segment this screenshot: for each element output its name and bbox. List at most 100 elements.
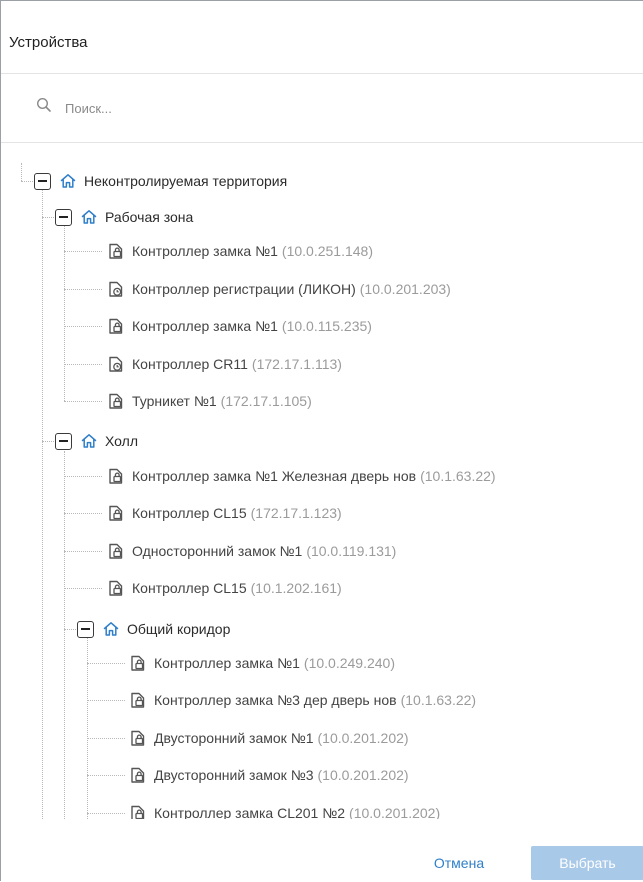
tree-node-device[interactable]: Контроллер замка №3 дер дверь нов (10.1.… (128, 687, 476, 713)
select-button[interactable]: Выбрать (531, 846, 643, 880)
tree-line (64, 401, 102, 402)
device-ip: (10.0.201.202) (317, 767, 409, 783)
tree-line (87, 738, 125, 739)
dialog-footer: Отмена Выбрать (1, 819, 643, 882)
tree-node-zone[interactable]: Рабочая зона (55, 204, 193, 230)
tree-line (21, 163, 22, 181)
tree-line (64, 251, 102, 252)
device-name: Двусторонний замок №1 (154, 730, 314, 746)
lock-icon (128, 653, 148, 673)
search-bar (9, 87, 643, 133)
device-ip: (172.17.1.105) (220, 393, 312, 409)
lock-icon (128, 803, 148, 819)
collapse-toggle[interactable] (55, 432, 72, 450)
tree-line (64, 451, 65, 819)
tree-node-device[interactable]: Двусторонний замок №3 (10.0.201.202) (128, 762, 409, 788)
tree-node-device[interactable]: Контроллер замка №1 (10.0.115.235) (106, 313, 372, 339)
zone-label: Неконтролируемая территория (84, 173, 288, 189)
lock-icon (106, 578, 126, 598)
device-ip: (10.0.201.202) (349, 805, 441, 819)
collapse-toggle[interactable] (55, 208, 72, 226)
tree-node-device[interactable]: Контроллер замка №1 (10.0.249.240) (128, 650, 395, 676)
tree-node-device[interactable]: Контроллер замка CL201 №2 (10.0.201.202) (128, 800, 440, 819)
tree-node-device[interactable]: Контроллер замка №1 (10.0.251.148) (106, 238, 373, 264)
device-ip: (172.17.1.123) (250, 505, 342, 521)
tree-line (87, 813, 125, 814)
tree-line (42, 190, 43, 819)
lock-icon (106, 316, 126, 336)
tree-line (64, 364, 102, 365)
tree-node-device[interactable]: Контроллер CL15 (172.17.1.123) (106, 500, 342, 526)
tree-node-device[interactable]: Двусторонний замок №1 (10.0.201.202) (128, 725, 409, 751)
collapse-toggle[interactable] (77, 620, 94, 638)
device-ip: (10.0.201.202) (317, 730, 409, 746)
home-icon (79, 431, 99, 451)
lock-icon (106, 466, 126, 486)
device-ip: (10.0.119.131) (306, 543, 397, 559)
device-ip: (10.0.251.148) (281, 243, 373, 259)
device-ip: (172.17.1.113) (251, 356, 342, 372)
tree-line (42, 217, 54, 218)
device-name: Контроллер замка №1 (132, 243, 278, 259)
tree-line (64, 289, 102, 290)
tree-node-device[interactable]: Односторонний замок №1 (10.0.119.131) (106, 538, 396, 564)
home-icon (58, 171, 78, 191)
tree-node-zone[interactable]: Общий коридор (77, 616, 230, 642)
clock-icon (106, 279, 126, 299)
title-divider (1, 73, 643, 74)
device-name: Контроллер замка CL201 №2 (154, 805, 346, 819)
tree-line (64, 513, 102, 514)
tree-node-device[interactable]: Контроллер регистрации (ЛИКОН) (10.0.201… (106, 276, 451, 302)
device-name: Турникет №1 (132, 393, 217, 409)
device-name: Контроллер замка №1 (154, 655, 300, 671)
dialog-title: Устройства (9, 34, 88, 51)
tree-line (21, 181, 33, 182)
cancel-button[interactable]: Отмена (413, 847, 505, 879)
tree-line (64, 551, 102, 552)
search-divider (1, 142, 643, 143)
tree-node-device[interactable]: Контроллер замка №1 Железная дверь нов (… (106, 463, 496, 489)
device-name: Контроллер регистрации (ЛИКОН) (132, 281, 356, 297)
tree-line (87, 775, 125, 776)
zone-label: Рабочая зона (105, 209, 194, 225)
device-name: Контроллер замка №1 (132, 318, 278, 334)
tree-line (64, 629, 76, 630)
devices-dialog: Устройства Поиск... Неконтролируемая тер… (0, 0, 643, 881)
device-ip: (10.0.249.240) (303, 655, 395, 671)
zone-label: Холл (105, 433, 138, 449)
zone-label: Общий коридор (127, 621, 231, 637)
device-ip: (10.1.63.22) (420, 468, 496, 484)
tree-line (87, 638, 88, 819)
home-icon (79, 207, 99, 227)
tree-node-zone[interactable]: Холл (55, 428, 138, 454)
tree-line (87, 700, 125, 701)
tree-line (64, 226, 65, 401)
lock-icon (106, 391, 126, 411)
device-name: Двусторонний замок №3 (154, 767, 314, 783)
device-name: Контроллер замка №3 дер дверь нов (154, 692, 397, 708)
device-name: Контроллер замка №1 Железная дверь нов (132, 468, 417, 484)
lock-icon (128, 690, 148, 710)
lock-icon (106, 541, 126, 561)
tree-line (42, 441, 54, 442)
device-name: Односторонний замок №1 (132, 543, 303, 559)
clock-icon (106, 354, 126, 374)
tree-node-device[interactable]: Контроллер CR11 (172.17.1.113) (106, 351, 342, 377)
device-tree: Неконтролируемая территория Рабочая зона… (1, 151, 643, 819)
tree-node-zone[interactable]: Неконтролируемая территория (34, 168, 287, 194)
tree-node-device[interactable]: Контроллер CL15 (10.1.202.161) (106, 575, 342, 601)
device-ip: (10.1.63.22) (400, 692, 477, 708)
tree-line (64, 588, 102, 589)
lock-icon (128, 728, 148, 748)
tree-node-device[interactable]: Турникет №1 (172.17.1.105) (106, 388, 312, 414)
device-name: Контроллер CL15 (132, 505, 247, 521)
collapse-toggle[interactable] (34, 172, 51, 190)
search-input[interactable] (65, 95, 605, 121)
home-icon (101, 619, 121, 639)
tree-line (87, 663, 125, 664)
device-ip: (10.0.115.235) (281, 318, 372, 334)
tree-line (64, 326, 102, 327)
tree-line (64, 476, 102, 477)
lock-icon (106, 503, 126, 523)
search-icon (36, 97, 51, 112)
